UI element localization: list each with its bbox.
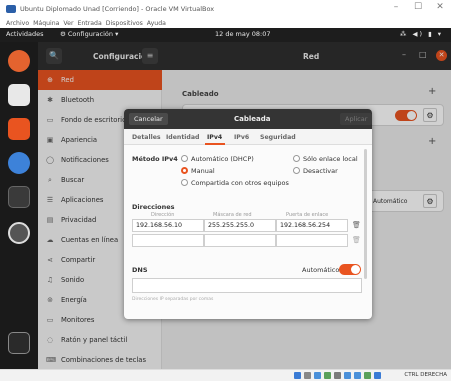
col-address-header: Dirección [151,212,175,218]
cancel-button[interactable]: Cancelar [129,113,168,125]
tab-security[interactable]: Seguridad [260,134,296,141]
dialog-tabs: Detalles Identidad IPv4 IPv6 Seguridad [124,129,372,145]
active-tab-indicator [205,143,225,145]
ipv4-method-label: Método IPv4 [132,155,178,163]
cpu-status-icon[interactable] [374,372,381,379]
ubuntu-dock [0,42,38,369]
wired-settings-dialog: Cancelar Cableada Aplicar Detalles Ident… [124,109,372,319]
system-tray[interactable]: ⁂ ◀) ▮ ▾ [400,30,443,38]
optical-status-icon[interactable] [304,372,311,379]
radio-share-label: Compartida con otros equipos [191,179,289,187]
close-icon[interactable]: ✕ [433,2,447,12]
netmask-input-empty[interactable] [204,234,276,247]
address-input[interactable]: 192.168.56.10 [132,219,204,232]
usb-status-icon[interactable] [334,372,341,379]
activities-button[interactable]: Actividades [6,30,44,38]
host-key-label: CTRL DERECHA [404,372,447,378]
delete-empty-trash-icon[interactable]: 🗑 [352,236,361,244]
dialog-scrollbar[interactable] [364,149,367,279]
terminal-icon[interactable] [8,186,30,208]
files-icon[interactable] [8,84,30,106]
addresses-label: Direcciones [132,203,175,211]
tab-identity[interactable]: Identidad [166,134,199,141]
firefox-icon[interactable] [8,50,30,72]
help-icon[interactable] [8,152,30,174]
dialog-header: Cancelar Cableada Aplicar [124,109,372,129]
network-status-icon[interactable] [324,372,331,379]
software-icon[interactable] [8,118,30,140]
radio-share[interactable] [181,179,188,186]
radio-link-local[interactable] [293,155,300,162]
vbox-window-title: Ubuntu Diplomado Unad [Corriendo] - Orac… [20,5,215,13]
dns-input[interactable] [132,278,362,293]
radio-dhcp-label: Automático (DHCP) [191,155,254,163]
clock[interactable]: 12 de may 08:07 [215,30,271,38]
audio-status-icon[interactable] [314,372,321,379]
radio-disable[interactable] [293,167,300,174]
dns-hint: Direcciones IP separadas por comas [132,297,214,302]
gateway-input-empty[interactable] [276,234,348,247]
vbox-menu-bar[interactable]: Archivo Máquina Ver Entrada Dispositivos… [0,18,451,28]
radio-disable-label: Desactivar [303,167,338,175]
tab-ipv6[interactable]: IPv6 [234,134,249,141]
radio-manual[interactable] [181,167,188,174]
app-menu-button[interactable]: ⚙ Configuración ▾ [60,30,118,38]
col-gateway-header: Puerta de enlace [286,212,329,218]
dns-automatic-toggle[interactable] [339,264,361,275]
apply-button[interactable]: Aplicar [340,113,372,125]
address-input-empty[interactable] [132,234,204,247]
dns-automatic-label: Automático [302,266,340,274]
ubuntu-top-bar: Actividades ⚙ Configuración ▾ 12 de may … [0,28,451,42]
gateway-input[interactable]: 192.168.56.254 [276,219,348,232]
tab-ipv4[interactable]: IPv4 [207,134,222,141]
delete-address-trash-icon[interactable]: 🗑 [352,221,361,229]
settings-icon[interactable] [8,222,30,244]
hdd-status-icon[interactable] [294,372,301,379]
vbox-status-bar: CTRL DERECHA [0,369,451,381]
radio-manual-label: Manual [191,167,215,175]
minimize-icon[interactable]: – [389,2,403,12]
app-grid-icon[interactable] [8,332,30,354]
shared-folders-status-icon[interactable] [344,372,351,379]
dns-label: DNS [132,266,148,274]
recording-status-icon[interactable] [364,372,371,379]
col-netmask-header: Máscara de red [213,212,252,218]
maximize-icon[interactable]: ☐ [411,2,425,12]
radio-link-local-label: Sólo enlace local [303,155,358,163]
dialog-title: Cableada [234,115,271,123]
radio-dhcp[interactable] [181,155,188,162]
display-status-icon[interactable] [354,372,361,379]
netmask-input[interactable]: 255.255.255.0 [204,219,276,232]
vbox-title-bar: Ubuntu Diplomado Unad [Corriendo] - Orac… [0,0,451,18]
tab-details[interactable]: Detalles [132,134,161,141]
virtualbox-logo-icon [6,5,16,13]
